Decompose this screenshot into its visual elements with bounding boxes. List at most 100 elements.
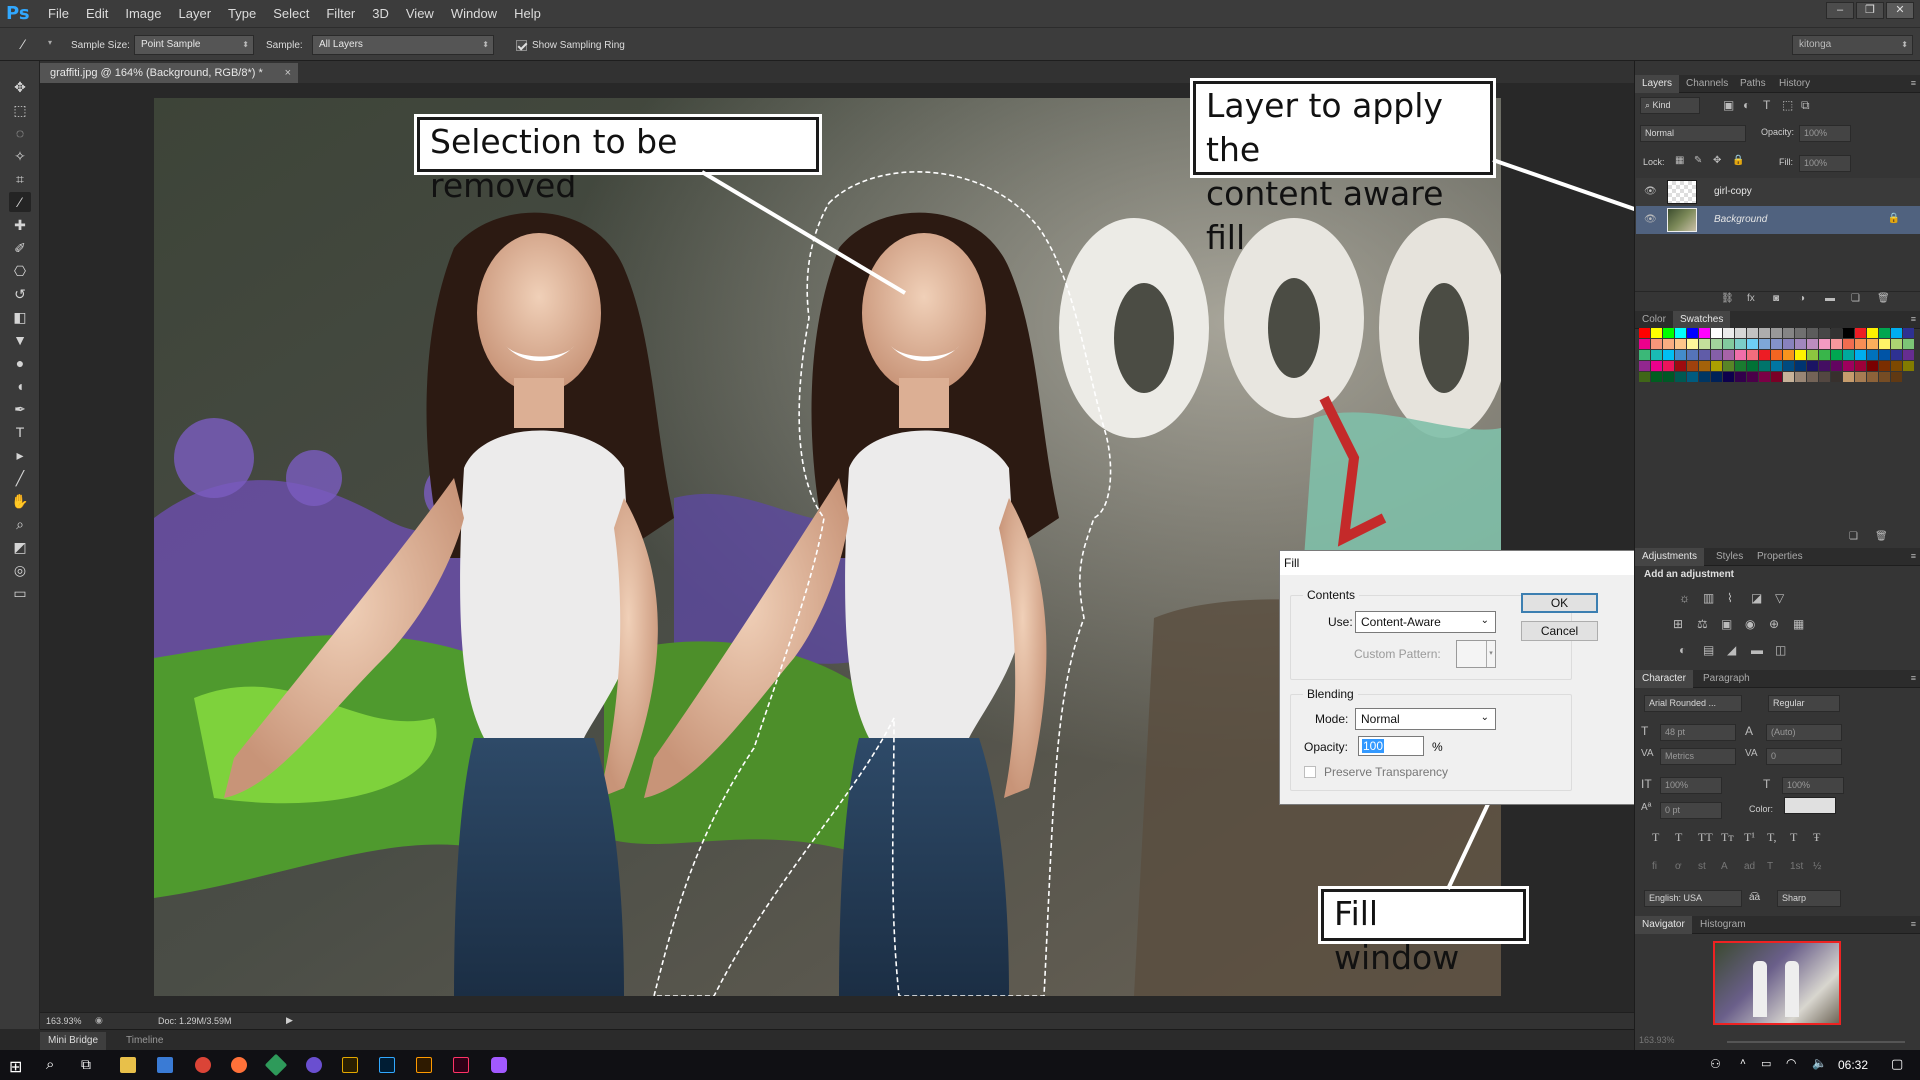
move-icon[interactable]: ✥ [9,77,31,97]
swatch[interactable] [1687,328,1698,338]
swatch[interactable] [1699,328,1710,338]
language-select[interactable]: English: USA [1644,890,1742,907]
windows-start-icon[interactable]: ⊞ [9,1057,22,1077]
swatch[interactable] [1795,328,1806,338]
swatch[interactable] [1723,350,1734,360]
mode-select[interactable]: Normal ⌄ [1355,708,1496,730]
panel-menu-icon[interactable]: ≡ [1911,919,1916,929]
link-layers-icon[interactable]: ⛓ [1721,293,1734,304]
chrome-icon[interactable] [195,1057,211,1073]
opentype-button[interactable]: ơ [1675,861,1682,872]
swatch[interactable] [1831,339,1842,349]
swatch[interactable] [1807,350,1818,360]
color-swatches-icon[interactable]: ◩ [9,537,31,557]
swatch[interactable] [1747,339,1758,349]
tab-history[interactable]: History [1772,75,1817,93]
layer-opacity-input[interactable]: 100% [1799,125,1851,142]
firefox-icon[interactable] [231,1057,247,1073]
fill-dialog-titlebar[interactable]: Fill ✕ [1280,551,1689,575]
vertical-scale-input[interactable]: 100% [1660,777,1722,794]
marquee-icon[interactable]: ⬚ [9,100,31,120]
swatch[interactable] [1759,372,1770,382]
tab-mini-bridge[interactable]: Mini Bridge [40,1032,107,1050]
swatch[interactable] [1819,328,1830,338]
swatch[interactable] [1711,350,1722,360]
status-zoom[interactable]: 163.93% [46,1016,82,1026]
text-color-swatch[interactable] [1784,797,1836,814]
opentype-button[interactable]: 1st [1790,861,1803,872]
new-group-icon[interactable]: ▬ [1825,293,1835,304]
menu-view[interactable]: View [406,6,434,21]
type-style-button[interactable]: T, [1767,830,1776,845]
curves-icon[interactable]: ⌇ [1727,591,1733,605]
type-style-button[interactable]: Tт [1721,830,1734,845]
new-layer-icon[interactable]: ❏ [1851,293,1860,304]
swatch[interactable] [1699,350,1710,360]
font-style-select[interactable]: Regular [1768,695,1840,712]
swatch[interactable] [1687,339,1698,349]
tracking-input[interactable]: 0 [1766,748,1842,765]
type-style-button[interactable]: Ŧ [1813,830,1820,845]
swatch[interactable] [1639,361,1650,371]
type-style-button[interactable]: T [1790,830,1797,845]
swatch[interactable] [1831,361,1842,371]
swatch[interactable] [1891,361,1902,371]
swatch[interactable] [1771,350,1782,360]
swatch[interactable] [1639,372,1650,382]
swatch[interactable] [1759,328,1770,338]
swatch[interactable] [1855,361,1866,371]
swatch[interactable] [1711,339,1722,349]
swatch[interactable] [1759,339,1770,349]
opentype-button[interactable]: ad [1744,861,1755,872]
swatch[interactable] [1807,361,1818,371]
line-icon[interactable]: ╱ [9,468,31,488]
menu-3d[interactable]: 3D [372,6,389,21]
menu-select[interactable]: Select [273,6,309,21]
swatch[interactable] [1723,339,1734,349]
swatch[interactable] [1771,372,1782,382]
search-icon[interactable]: ⌕ [46,1056,54,1073]
channel-mixer-icon[interactable]: ⊕ [1769,617,1779,631]
swatch[interactable] [1651,372,1662,382]
panel-menu-icon[interactable]: ≡ [1911,673,1916,683]
brush-icon[interactable]: ✐ [9,238,31,258]
black-white-icon[interactable]: ▣ [1721,617,1732,631]
menu-layer[interactable]: Layer [179,6,212,21]
minimize-icon[interactable]: – [1826,2,1854,19]
clone-stamp-icon[interactable]: ⎔ [9,261,31,281]
exposure-icon[interactable]: ◪ [1751,591,1762,605]
swatch[interactable] [1735,372,1746,382]
swatch[interactable] [1663,350,1674,360]
eyedropper-icon[interactable]: ⁄ [22,36,24,52]
swatch[interactable] [1735,361,1746,371]
sample-size-select[interactable]: Point Sample ⬍ [134,35,254,55]
swatch[interactable] [1699,372,1710,382]
healing-brush-icon[interactable]: ✚ [9,215,31,235]
swatch[interactable] [1831,328,1842,338]
swatch[interactable] [1783,328,1794,338]
indesign-icon[interactable] [453,1057,469,1073]
swatch[interactable] [1723,372,1734,382]
tab-channels[interactable]: Channels [1679,75,1735,93]
hue-saturation-icon[interactable]: ⊞ [1673,617,1683,631]
eye-icon[interactable]: 👁 [1644,186,1657,197]
color-lookup-icon[interactable]: ▦ [1793,617,1804,631]
battery-icon[interactable]: ▭ [1761,1057,1771,1070]
swatch[interactable] [1843,328,1854,338]
use-select[interactable]: Content-Aware ⌄ [1355,611,1496,633]
navigator-zoom-slider[interactable] [1727,1041,1905,1043]
type-style-button[interactable]: T [1652,830,1659,845]
type-icon[interactable]: T [9,422,31,442]
tab-color[interactable]: Color [1635,311,1673,329]
swatch[interactable] [1639,328,1650,338]
store-icon[interactable] [157,1057,173,1073]
quick-mask-icon[interactable]: ◎ [9,560,31,580]
opacity-input[interactable]: 100 [1358,736,1424,756]
task-view-icon[interactable]: ⧉ [81,1056,91,1073]
swatch[interactable] [1711,361,1722,371]
opentype-button[interactable]: ½ [1813,861,1821,872]
swatch[interactable] [1783,361,1794,371]
chevron-up-icon[interactable]: ˄ [1740,1057,1746,1068]
swatch[interactable] [1783,372,1794,382]
blur-icon[interactable]: ● [9,353,31,373]
